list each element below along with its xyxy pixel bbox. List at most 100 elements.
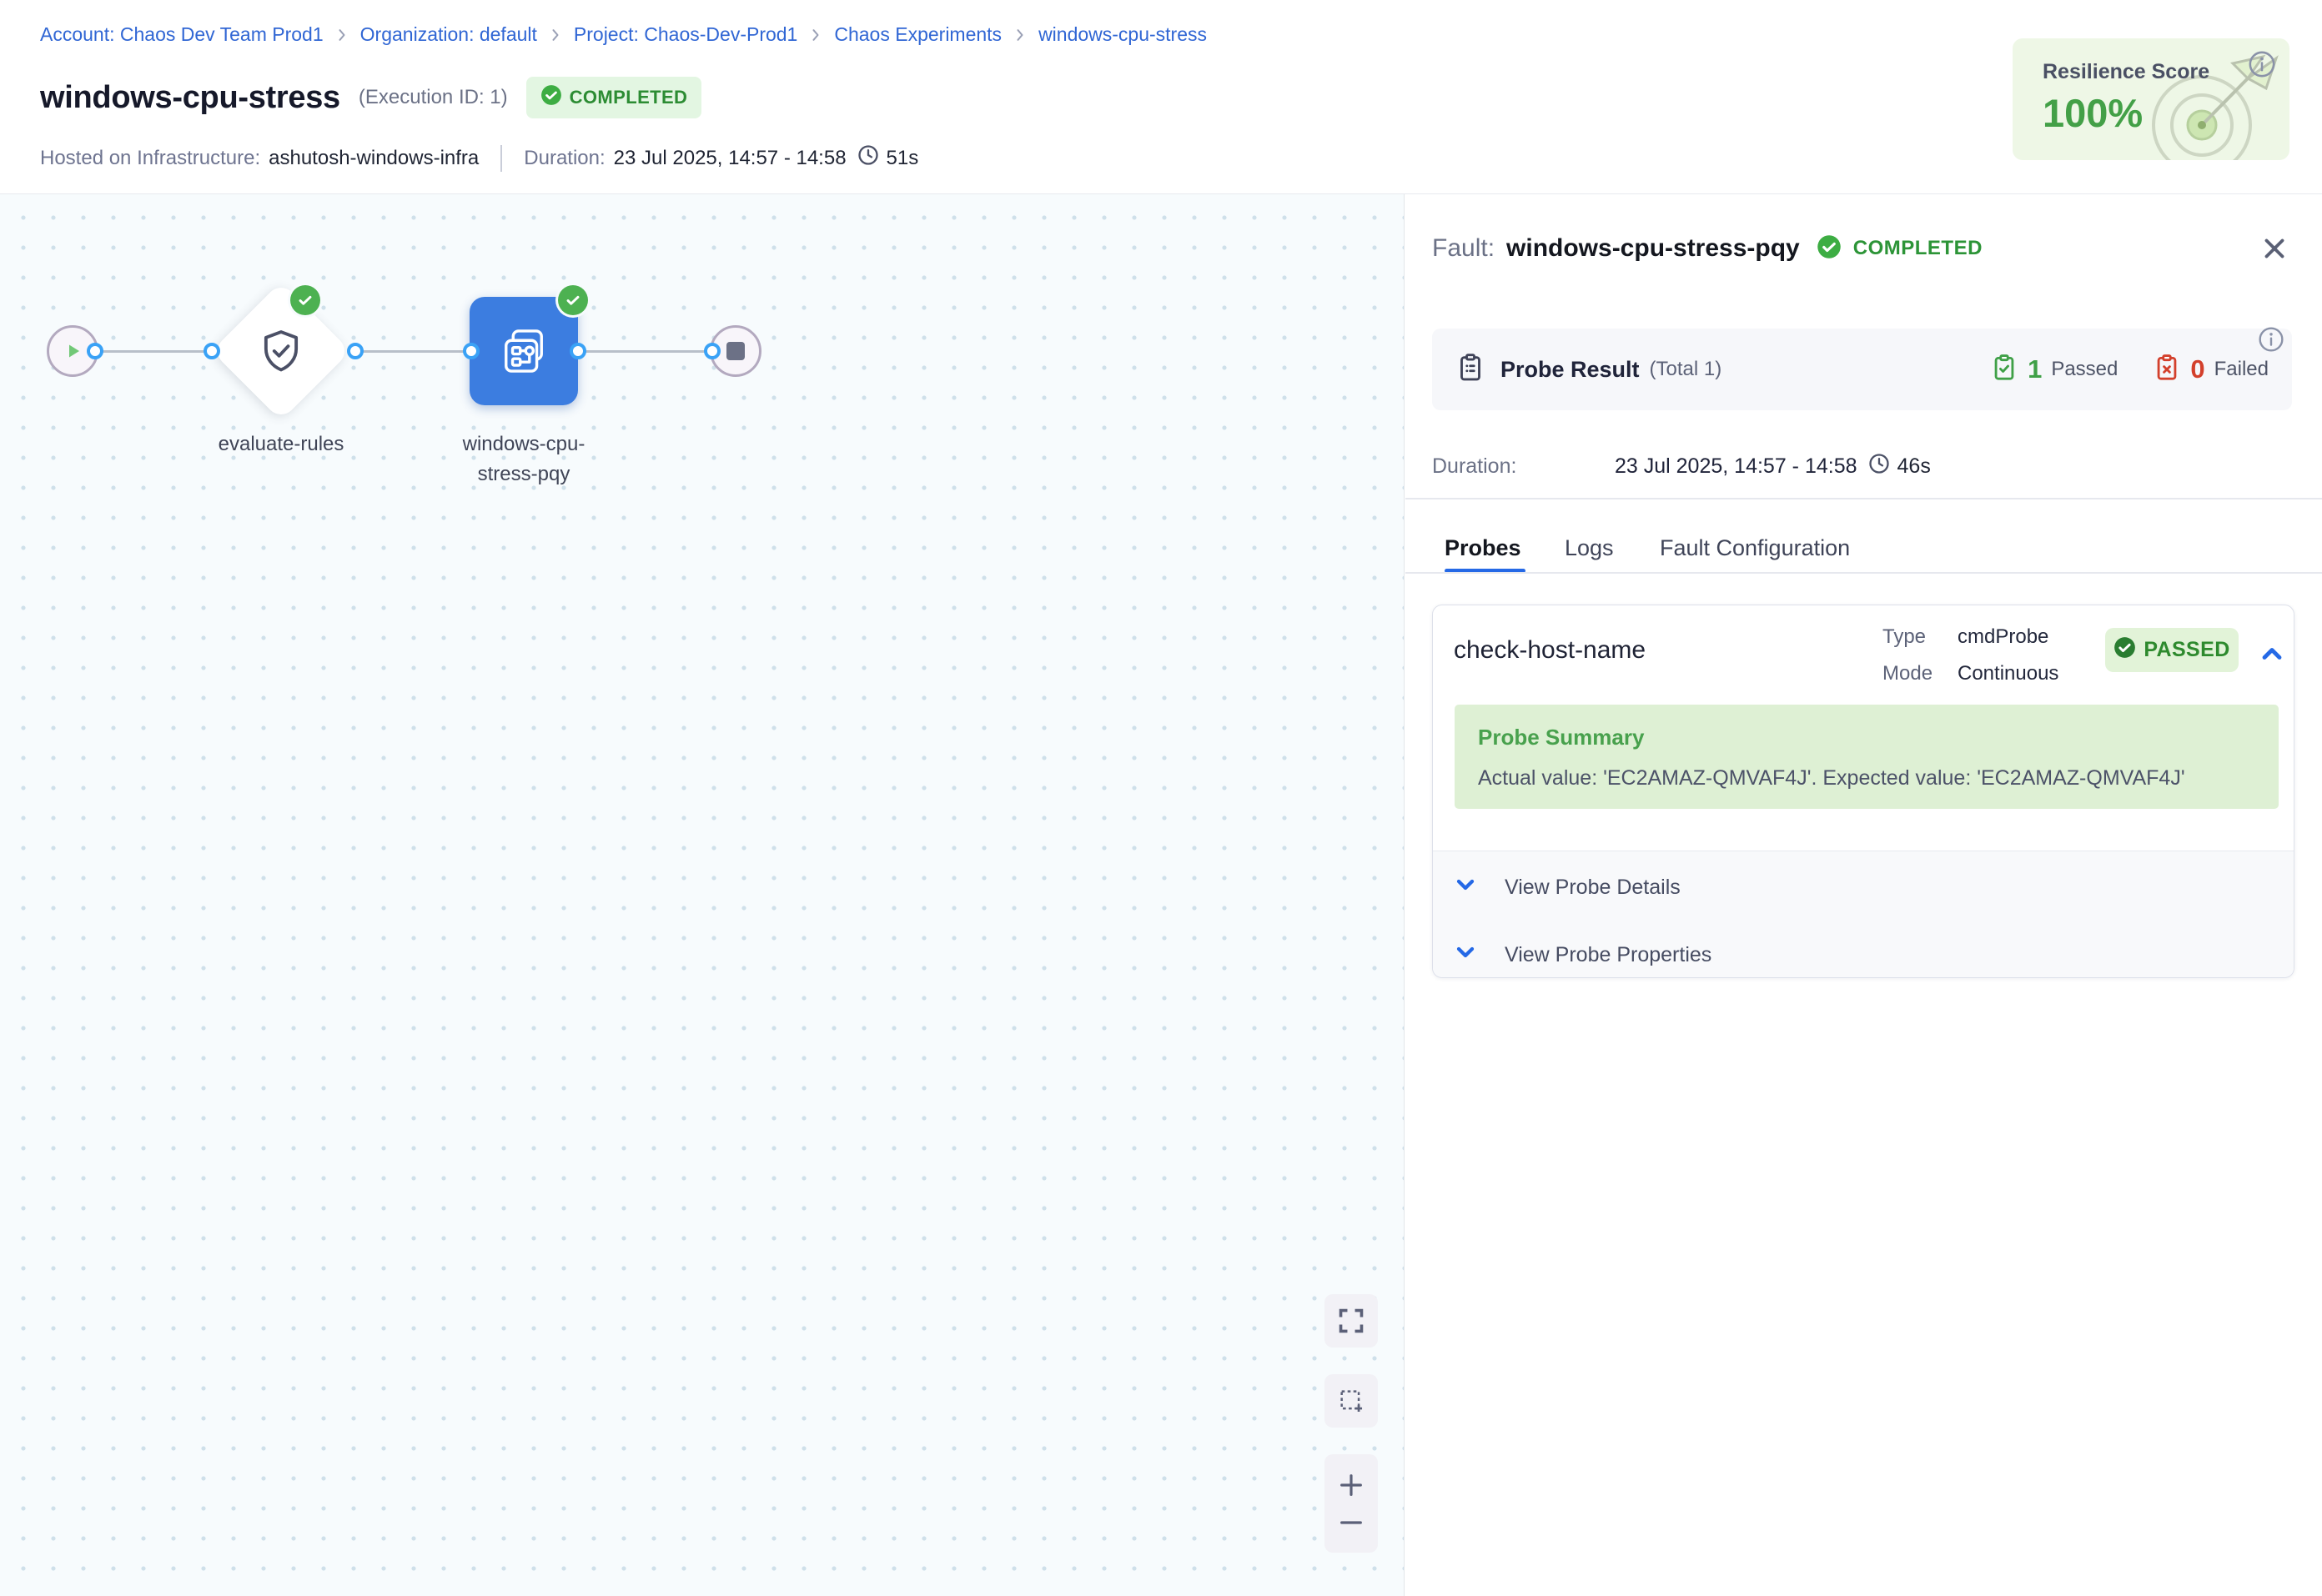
panel-duration-label: Duration: [1432,454,1615,479]
failed-label: Failed [2214,358,2269,381]
clipboard-icon [1455,353,1485,387]
header-meta-row: Hosted on Infrastructure: ashutosh-windo… [40,143,918,173]
edge-start-to-evaluate [95,350,212,353]
edge-port [704,343,721,359]
duration-label: Duration: [524,147,605,170]
title-row: windows-cpu-stress (Execution ID: 1) COM… [40,77,701,118]
play-icon [62,340,83,362]
probe-card: check-host-name Type cmdProbe Mode Conti… [1432,605,2294,978]
duration-value: 23 Jul 2025, 14:57 - 14:58 [614,147,847,170]
chevron-down-icon [1452,871,1479,904]
clock-icon [1867,452,1891,481]
clock-icon [857,143,880,173]
probe-summary-title: Probe Summary [1478,725,2255,750]
execution-id: (Execution ID: 1) [359,86,508,109]
resilience-score-value: 100% [2043,90,2143,136]
stop-icon [726,342,745,360]
hosted-label: Hosted on Infrastructure: [40,147,260,170]
canvas-fullscreen-button[interactable] [1324,1294,1378,1348]
tab-fault-configuration[interactable]: Fault Configuration [1660,529,1850,566]
info-icon[interactable] [2248,50,2276,83]
breadcrumb-separator-icon [807,27,824,43]
info-icon[interactable] [2258,326,2284,357]
fault-success-icon [558,285,588,315]
fault-header-row: Fault: windows-cpu-stress-pqy COMPLETED [1432,231,1983,266]
fault-status-label: COMPLETED [1853,237,1983,260]
failed-count: 0 [2190,354,2204,384]
evaluate-rules-node[interactable] [212,282,351,421]
hosted-value: ashutosh-windows-infra [269,147,479,170]
fullscreen-icon [1337,1307,1365,1335]
probe-result-total: (Total 1) [1650,358,1722,381]
tab-logs[interactable]: Logs [1565,529,1614,566]
resilience-score-label: Resilience Score [2043,60,2209,84]
probe-summary-box: Probe Summary Actual value: 'EC2AMAZ-QMV… [1455,705,2279,809]
probe-result-bar: Probe Result (Total 1) 1 Passed 0 Failed [1432,329,2292,410]
view-probe-properties-row[interactable]: View Probe Properties [1452,938,1711,971]
close-icon[interactable] [2259,233,2290,269]
evaluate-success-icon [290,285,320,315]
check-circle-icon [1817,234,1842,263]
probe-name: check-host-name [1454,636,1646,665]
breadcrumb: Account: Chaos Dev Team Prod1 Organizati… [40,23,1207,46]
fault-node-label: windows-cpu- stress-pqy [424,429,624,489]
evaluate-rules-label: evaluate-rules [181,429,381,459]
probe-result-title: Probe Result [1500,357,1640,383]
tab-probes[interactable]: Probes [1445,529,1521,566]
edge-evaluate-to-fault [355,350,471,353]
panel-duration-value: 23 Jul 2025, 14:57 - 14:58 [1615,454,1857,479]
check-circle-icon [2113,636,2136,665]
panel-divider [1405,572,2322,574]
passed-label: Passed [2051,358,2118,381]
panel-divider [1405,498,2322,499]
breadcrumb-experiments-link[interactable]: Chaos Experiments [834,23,1002,46]
probe-mode-value: Continuous [1958,655,2058,692]
zoom-in-icon[interactable] [1337,1471,1365,1499]
probe-status-label: PASSED [2144,638,2229,662]
edge-port [87,343,103,359]
page-header: Account: Chaos Dev Team Prod1 Organizati… [0,0,2322,194]
page-title: windows-cpu-stress [40,80,340,116]
failed-count-group: 0 Failed [2153,354,2269,386]
fault-name: windows-cpu-stress-pqy [1506,234,1800,263]
view-probe-properties-label: View Probe Properties [1505,943,1711,967]
chevron-down-icon [1452,939,1479,971]
marquee-select-icon [1337,1387,1365,1415]
edge-port [347,343,364,359]
breadcrumb-account-link[interactable]: Account: Chaos Dev Team Prod1 [40,23,324,46]
meta-divider [500,145,502,172]
breadcrumb-project-link[interactable]: Project: Chaos-Dev-Prod1 [574,23,797,46]
canvas-select-button[interactable] [1324,1374,1378,1428]
duration-elapsed: 51s [887,147,919,170]
panel-duration-elapsed: 46s [1897,454,1931,479]
panel-duration-row: Duration: 23 Jul 2025, 14:57 - 14:58 46s [1432,449,1931,483]
breadcrumb-separator-icon [547,27,564,43]
experiment-icon [495,323,552,379]
breadcrumb-separator-icon [1012,27,1028,43]
chevron-up-icon[interactable] [2257,639,2287,673]
probe-type-label: Type [1882,619,1949,655]
probe-summary-text: Actual value: 'EC2AMAZ-QMVAF4J'. Expecte… [1478,766,2255,790]
zoom-out-icon[interactable] [1337,1508,1365,1537]
edge-port [570,343,586,359]
clipboard-check-icon [1990,354,2018,386]
fault-node[interactable] [470,297,578,405]
probe-type-value: cmdProbe [1958,619,2058,655]
passed-count-group: 1 Passed [1990,354,2118,386]
probe-card-footer: View Probe Details View Probe Properties [1433,851,2294,977]
status-badge: COMPLETED [526,77,702,118]
edge-port [204,343,220,359]
passed-count: 1 [2028,354,2042,384]
view-probe-details-row[interactable]: View Probe Details [1452,871,1681,904]
pipeline-canvas[interactable]: evaluate-rules windows-cpu- stress-pqy [0,194,1405,1596]
canvas-zoom-controls [1324,1454,1378,1553]
probe-status-badge: PASSED [2105,628,2239,672]
breadcrumb-org-link[interactable]: Organization: default [360,23,537,46]
breadcrumb-current-link[interactable]: windows-cpu-stress [1038,23,1207,46]
edge-fault-to-end [578,350,712,353]
resilience-score-card: Resilience Score 100% [2013,38,2289,160]
chaos-experiment-run-page: Account: Chaos Dev Team Prod1 Organizati… [0,0,2322,1596]
fault-details-panel: Fault: windows-cpu-stress-pqy COMPLETED … [1405,194,2322,1596]
breadcrumb-separator-icon [334,27,350,43]
view-probe-details-label: View Probe Details [1505,876,1681,900]
